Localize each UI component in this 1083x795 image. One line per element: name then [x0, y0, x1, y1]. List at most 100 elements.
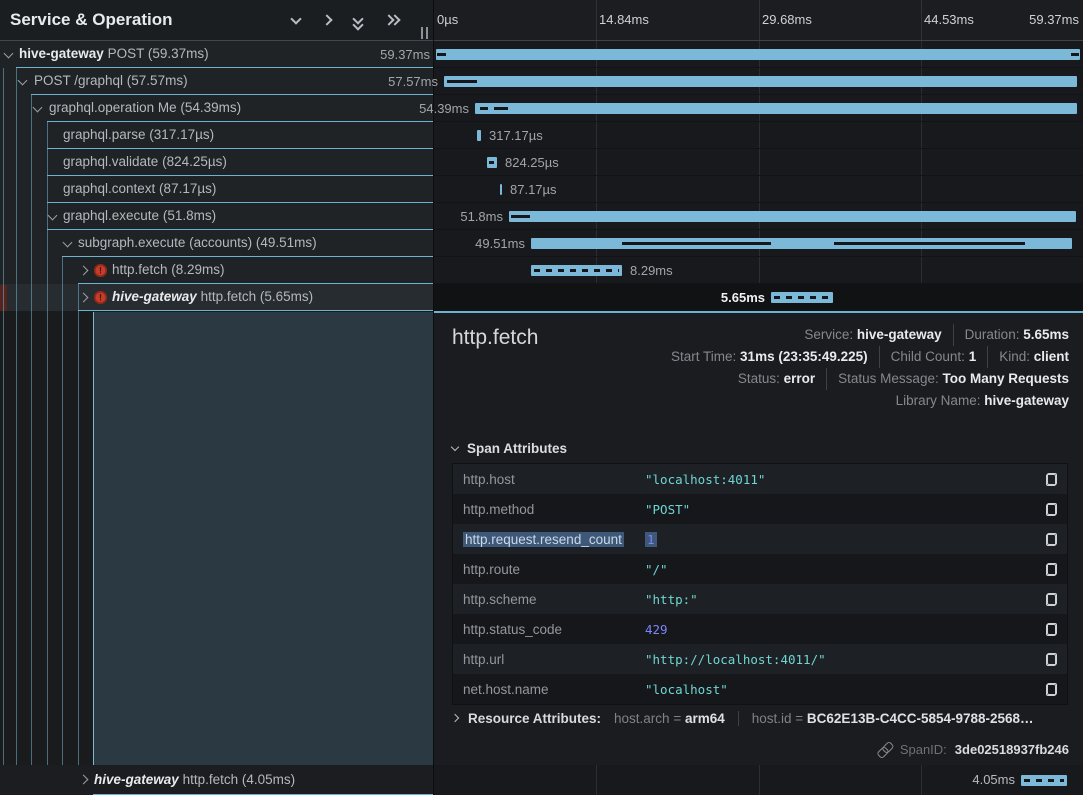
copy-icon[interactable] — [1046, 623, 1057, 636]
attribute-row[interactable]: http.route"/" — [453, 554, 1067, 584]
span-bar[interactable] — [444, 76, 1077, 87]
copy-icon[interactable] — [1046, 533, 1057, 546]
span-bar[interactable] — [531, 238, 1072, 249]
span-bar[interactable] — [509, 211, 1076, 222]
indent-guide — [78, 284, 79, 765]
attribute-row[interactable]: http.request.resend_count1 — [453, 524, 1067, 554]
duration-label: 317.17µs — [489, 122, 543, 149]
waterfall-row[interactable]: 824.25µs — [434, 149, 1083, 176]
span-bar[interactable] — [477, 130, 481, 141]
copy-icon[interactable] — [1046, 653, 1057, 666]
ruler-tick-label: 0µs — [437, 0, 458, 40]
waterfall-row[interactable]: 57.57ms — [434, 68, 1083, 95]
attribute-value: "POST" — [645, 502, 1038, 517]
meta-value: 1 — [969, 349, 977, 364]
trace-tree-row[interactable]: graphql.operation Me (54.39ms) — [0, 95, 433, 122]
span-attributes-header[interactable]: Span Attributes — [452, 441, 567, 456]
span-bar[interactable] — [500, 184, 502, 195]
error-icon — [94, 291, 107, 304]
duration-label: 51.8ms — [460, 203, 503, 230]
waterfall-row[interactable]: 4.05ms — [434, 765, 1083, 795]
meta-group: Status Message: Too Many Requests — [826, 368, 1069, 390]
link-icon[interactable] — [873, 739, 894, 760]
attribute-value: 429 — [645, 622, 1038, 637]
chevron-right-icon — [451, 714, 459, 722]
attribute-row[interactable]: net.host.name"localhost" — [453, 674, 1067, 704]
span-bar[interactable] — [531, 265, 622, 276]
trace-tree-row[interactable]: graphql.parse (317.17µs) — [0, 122, 433, 149]
attribute-key: http.method — [463, 502, 645, 517]
attribute-row[interactable]: http.method"POST" — [453, 494, 1067, 524]
waterfall-row[interactable]: 8.29ms — [434, 257, 1083, 284]
span-bar[interactable] — [475, 103, 1077, 114]
collapse-all-icon[interactable] — [352, 13, 366, 27]
trace-tree-row[interactable]: graphql.execute (51.8ms) — [0, 203, 433, 230]
collapse-one-icon[interactable] — [290, 13, 304, 27]
trace-tree-row[interactable]: hive-gateway http.fetch (4.05ms) — [0, 765, 434, 795]
attribute-value: "localhost" — [645, 682, 1038, 697]
span-row-label: graphql.context (87.17µs) — [0, 176, 433, 202]
copy-icon[interactable] — [1046, 473, 1057, 486]
span-bar[interactable] — [1021, 775, 1067, 786]
panel-resize-handle[interactable] — [421, 27, 430, 40]
trace-viewer: Service & Operation hive-gateway POST (5… — [0, 0, 1083, 795]
attribute-row[interactable]: http.host"localhost:4011" — [453, 464, 1067, 494]
expand-all-icon[interactable] — [383, 13, 397, 27]
span-id-value: 3de02518937fb246 — [955, 742, 1069, 757]
attribute-row[interactable]: http.scheme"http:" — [453, 584, 1067, 614]
waterfall-row[interactable]: 54.39ms — [434, 95, 1083, 122]
attribute-row[interactable]: http.status_code429 — [453, 614, 1067, 644]
expanded-span-region — [93, 312, 434, 765]
trace-tree-row[interactable]: POST /graphql (57.57ms) — [0, 68, 433, 95]
span-bar[interactable] — [436, 49, 1080, 60]
timeline-panel: 0µs14.84ms29.68ms44.53ms59.37ms 59.37ms5… — [434, 0, 1083, 795]
trace-tree-row[interactable]: subgraph.execute (accounts) (49.51ms) — [0, 230, 433, 257]
indent-guide — [16, 68, 17, 795]
duration-label: 87.17µs — [510, 176, 557, 203]
trace-tree-row[interactable]: graphql.context (87.17µs) — [0, 176, 433, 203]
waterfall-row[interactable]: 317.17µs — [434, 122, 1083, 149]
span-row-label: graphql.validate (824.25µs) — [0, 149, 433, 175]
span-bar[interactable] — [771, 292, 833, 303]
attribute-key: http.url — [463, 652, 645, 667]
row-underline — [78, 310, 433, 311]
child-span-marker — [511, 215, 530, 218]
meta-value: hive-gateway — [857, 327, 942, 342]
trace-tree-row[interactable]: hive-gateway POST (59.37ms) — [0, 41, 433, 68]
waterfall-row[interactable]: 59.37ms — [434, 41, 1083, 68]
attribute-key: http.host — [463, 472, 645, 487]
meta-group: Status: error — [738, 368, 815, 390]
attribute-row[interactable]: http.url"http://localhost:4011/" — [453, 644, 1067, 674]
tree-toolbar — [290, 13, 397, 27]
attribute-key: http.scheme — [463, 592, 645, 607]
meta-line: Status: error Status Message: Too Many Re… — [671, 368, 1069, 390]
meta-label: Duration: — [965, 327, 1024, 342]
span-bar[interactable] — [487, 157, 497, 168]
copy-icon[interactable] — [1046, 683, 1057, 696]
meta-label: Child Count: — [891, 349, 969, 364]
meta-value: hive-gateway — [984, 393, 1069, 408]
waterfall-row[interactable]: 5.65ms — [434, 284, 1083, 311]
meta-label: Library Name: — [896, 393, 985, 408]
panel-title: Service & Operation — [10, 10, 290, 30]
duration-label: 49.51ms — [475, 230, 525, 257]
meta-value: 31ms (23:35:49.225) — [740, 349, 868, 364]
trace-tree-row[interactable]: http.fetch (8.29ms) — [0, 257, 433, 284]
meta-line: Start Time: 31ms (23:35:49.225)Child Cou… — [671, 346, 1069, 368]
waterfall-row[interactable]: 49.51ms — [434, 230, 1083, 257]
ruler-tick-label: 44.53ms — [924, 0, 974, 40]
meta-label: Status Message: — [838, 371, 942, 386]
trace-tree-row[interactable]: hive-gateway http.fetch (5.65ms) — [0, 284, 433, 311]
meta-label: Status: — [738, 371, 784, 386]
waterfall-row[interactable]: 87.17µs — [434, 176, 1083, 203]
copy-icon[interactable] — [1046, 563, 1057, 576]
resource-attributes-row[interactable]: Resource Attributes: host.arch = arm64ho… — [452, 711, 1034, 726]
duration-label: 824.25µs — [505, 149, 559, 176]
trace-tree-row[interactable]: graphql.validate (824.25µs) — [0, 149, 433, 176]
waterfall-row[interactable]: 51.8ms — [434, 203, 1083, 230]
span-row-label: hive-gateway http.fetch (5.65ms) — [0, 284, 433, 310]
copy-icon[interactable] — [1046, 503, 1057, 516]
copy-icon[interactable] — [1046, 593, 1057, 606]
expand-one-icon[interactable] — [321, 13, 335, 27]
child-span-marker — [489, 161, 494, 164]
